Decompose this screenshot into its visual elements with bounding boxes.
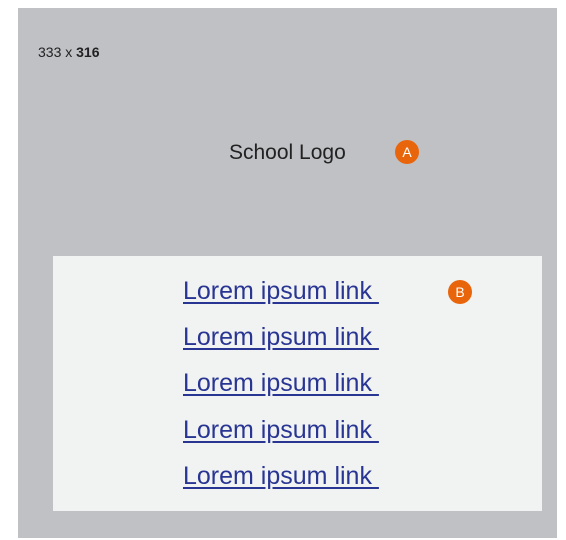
list-item-link-4[interactable]: Lorem ipsum link — [183, 416, 379, 445]
dimension-width: 333 x — [38, 44, 77, 60]
list-item-link-5[interactable]: Lorem ipsum link — [183, 462, 379, 491]
annotation-badge-a: A — [395, 140, 419, 164]
dimension-label: 333 x 316 — [38, 44, 100, 60]
module-panel: 333 x 316 School Logo A Lorem ipsum link… — [18, 8, 557, 538]
annotation-badge-b: B — [448, 280, 472, 304]
list-item-link-1[interactable]: Lorem ipsum link — [183, 277, 379, 306]
list-item-link-3[interactable]: Lorem ipsum link — [183, 369, 379, 398]
school-logo: School Logo — [229, 141, 346, 164]
list-item-link-2[interactable]: Lorem ipsum link — [183, 323, 379, 352]
dimension-height: 316 — [76, 44, 100, 60]
